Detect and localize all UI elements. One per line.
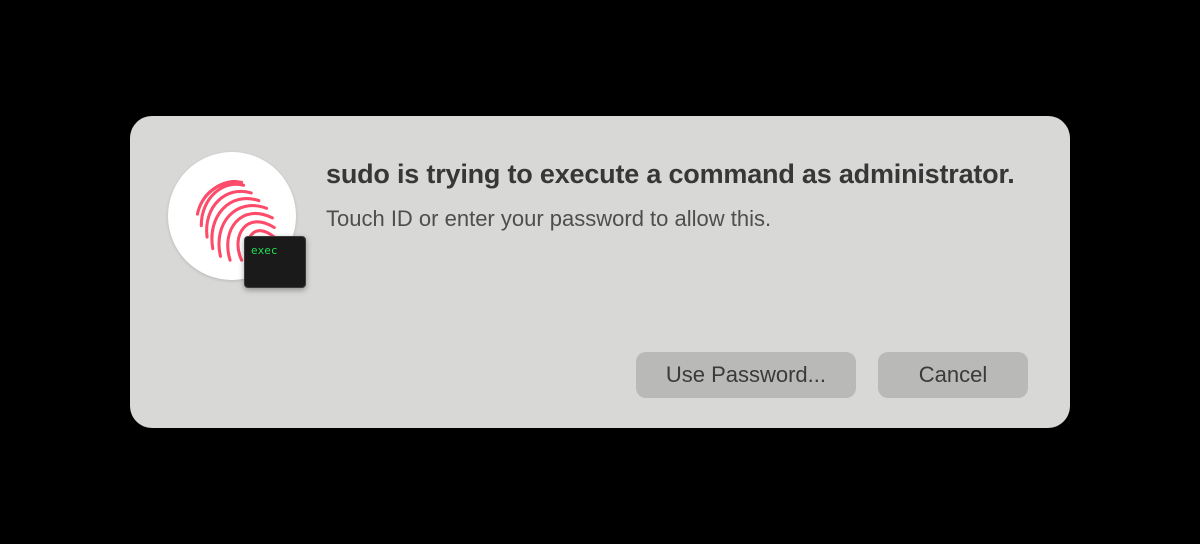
use-password-button[interactable]: Use Password...: [636, 352, 856, 398]
requesting-app-icon: exec: [244, 236, 306, 288]
dialog-subtitle: Touch ID or enter your password to allow…: [326, 205, 1028, 234]
overlay-app-label: exec: [251, 244, 278, 257]
dialog-title: sudo is trying to execute a command as a…: [326, 158, 1028, 191]
dialog-content-row: exec sudo is trying to execute a command…: [168, 152, 1028, 282]
dialog-button-row: Use Password... Cancel: [168, 352, 1028, 398]
cancel-button[interactable]: Cancel: [878, 352, 1028, 398]
auth-dialog: exec sudo is trying to execute a command…: [130, 116, 1070, 428]
dialog-text-block: sudo is trying to execute a command as a…: [326, 152, 1028, 234]
dialog-icon-stack: exec: [168, 152, 298, 282]
